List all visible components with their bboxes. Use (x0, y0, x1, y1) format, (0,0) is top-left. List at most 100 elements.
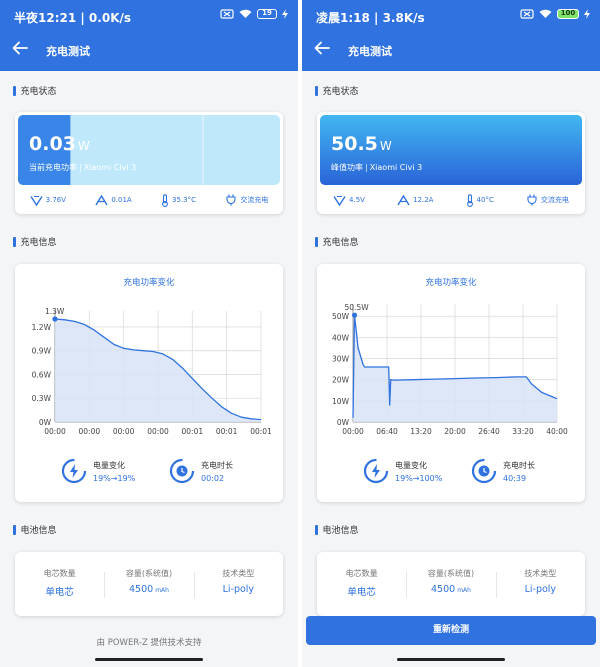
y-tick-label: 0W (39, 418, 52, 427)
stat-duration: 充电时长 40:39 (471, 458, 535, 484)
energy-change-icon (363, 458, 389, 484)
stat-energy: 电量变化 19%→19% (61, 458, 135, 484)
x-tick-label: 33:20 (512, 427, 534, 436)
section-charge-status: 充电状态 (13, 84, 57, 97)
energy-label: 电量变化 (93, 460, 125, 470)
x-tick-label: 00:00 (342, 427, 364, 436)
no-sim-icon (520, 9, 534, 19)
charge-status-card: 50.5 W 峰值功率 | Xiaomi Civi 3 4.5V 12.2A 40°C… (317, 112, 585, 214)
battery-info-row: 电芯数量 单电芯 容量(系统值) 4500 mAh 技术类型 Li-poly (15, 568, 283, 598)
x-tick-label: 00:01 (216, 427, 238, 436)
x-tick-label: 26:40 (478, 427, 500, 436)
temperature-value: 35.3°C (172, 196, 197, 204)
back-arrow-icon[interactable] (314, 41, 330, 55)
y-tick-label: 0.6W (32, 370, 52, 379)
capacity-value: 4500 (129, 584, 154, 595)
duration-value: 40:39 (503, 473, 527, 483)
battery-icon: 19 (257, 9, 277, 19)
cells-label: 电芯数量 (345, 569, 378, 578)
temperature-value: 40°C (476, 196, 494, 204)
capacity-label: 容量(系统值) (125, 569, 173, 578)
footer-credit: 由 POWER-Z 提供技术支持 (96, 638, 202, 648)
cells-value: 单电芯 (45, 587, 74, 598)
tech-label: 技术类型 (524, 569, 557, 578)
section-charge-info: 充电信息 (13, 235, 57, 248)
device-name: Xiaomi Civi 3 (369, 163, 423, 172)
plug-icon (226, 194, 236, 206)
metric-current: 12.2A (397, 194, 433, 206)
peak-label: 1.3W (45, 307, 65, 316)
voltage-value: 3.76V (45, 196, 67, 204)
x-tick-label: 20:00 (444, 427, 466, 436)
power-number: 50.5 (331, 133, 378, 155)
x-tick-label: 40:00 (546, 427, 568, 436)
thermometer-icon (162, 193, 168, 207)
home-indicator[interactable] (95, 658, 203, 661)
charge-chart-card: 充电功率变化 0W 10W 20W 30W 40W 50W 00:00 06:40 13:20 2… (317, 264, 585, 502)
x-tick-label: 00:01 (182, 427, 204, 436)
current-icon (397, 194, 410, 205)
capacity-unit: mAh (457, 587, 471, 594)
metric-temperature: 40°C (466, 193, 494, 207)
metric-temperature: 35.3°C (161, 193, 197, 207)
wifi-icon (539, 9, 552, 18)
stat-duration-text: 充电时长 00:02 (201, 460, 233, 483)
x-tick-label: 00:01 (250, 427, 272, 436)
capacity-value-wrap: 4500 mAh (104, 584, 193, 595)
x-tick-label: 00:00 (113, 427, 135, 436)
charge-type-value: 交流充电 (240, 196, 269, 204)
charge-type-value: 交流充电 (540, 196, 569, 204)
energy-value: 19%→19% (93, 473, 136, 483)
charge-status-card: 0.03 W 当前充电功率 | Xiaomi Civi 3 3.76V 0.01A 3… (15, 112, 283, 214)
retest-button[interactable]: 重新检测 (306, 616, 596, 645)
y-tick-label: 0.3W (32, 394, 52, 403)
energy-change-icon (61, 458, 87, 484)
power-label: 峰值功率 (331, 163, 363, 172)
power-banner: 0.03 W 当前充电功率 | Xiaomi Civi 3 (18, 115, 280, 185)
power-unit: W (77, 139, 90, 153)
duration-value: 00:02 (201, 473, 225, 483)
cells-label: 电芯数量 (43, 569, 76, 578)
capacity-unit: mAh (155, 587, 169, 594)
x-tick-label: 13:20 (410, 427, 432, 436)
power-value: 0.03 W (29, 133, 90, 155)
metric-charge-type: 交流充电 (225, 194, 268, 206)
battery-info-row: 电芯数量 单电芯 容量(系统值) 4500 mAh 技术类型 Li-poly (317, 568, 585, 598)
peak-label: 50.5W (345, 303, 370, 312)
battery-info-card: 电芯数量 单电芯 容量(系统值) 4500 mAh 技术类型 Li-poly (15, 552, 283, 616)
power-chart: 0W 0.3W 0.6W 0.9W 1.2W 00:00 00:00 00:00 00:00 00… (32, 307, 272, 436)
thermometer-icon (466, 193, 473, 207)
y-tick-label: 0.9W (32, 347, 52, 356)
current-icon (95, 194, 108, 205)
voltage-icon (333, 195, 346, 206)
stat-energy-text: 电量变化 19%→100% (395, 460, 442, 483)
peak-marker (52, 316, 58, 322)
home-indicator[interactable] (397, 658, 505, 661)
metric-current: 0.01A (95, 194, 132, 206)
energy-label: 电量变化 (395, 460, 427, 470)
status-time: 凌晨1:18 | 3.8K/s (316, 11, 425, 25)
current-value: 0.01A (111, 196, 132, 204)
power-unit: W (379, 139, 392, 153)
y-tick-label: 40W (332, 333, 350, 342)
y-tick-label: 10W (332, 397, 350, 406)
capacity-value: 4500 (431, 584, 456, 595)
power-label: 当前充电功率 (29, 163, 77, 172)
charging-bolt-icon (282, 9, 288, 19)
cells-value: 单电芯 (347, 587, 376, 598)
power-banner: 50.5 W 峰值功率 | Xiaomi Civi 3 (320, 115, 582, 185)
metric-voltage: 4.5V (333, 195, 365, 206)
back-arrow-icon[interactable] (12, 41, 28, 55)
section-charge-info: 充电信息 (315, 235, 359, 248)
x-tick-label: 06:40 (376, 427, 398, 436)
y-tick-label: 0W (337, 418, 350, 427)
tech-value: Li-poly (222, 584, 255, 595)
status-time: 半夜12:21 | 0.0K/s (14, 11, 132, 25)
power-number: 0.03 (29, 133, 76, 155)
battery-level: 100 (560, 9, 576, 17)
status-icons: 19 (220, 9, 288, 19)
peak-marker (351, 312, 358, 318)
power-value: 50.5 W (331, 133, 392, 155)
x-tick-label: 00:00 (147, 427, 169, 436)
y-tick-label: 1.2W (32, 323, 52, 332)
